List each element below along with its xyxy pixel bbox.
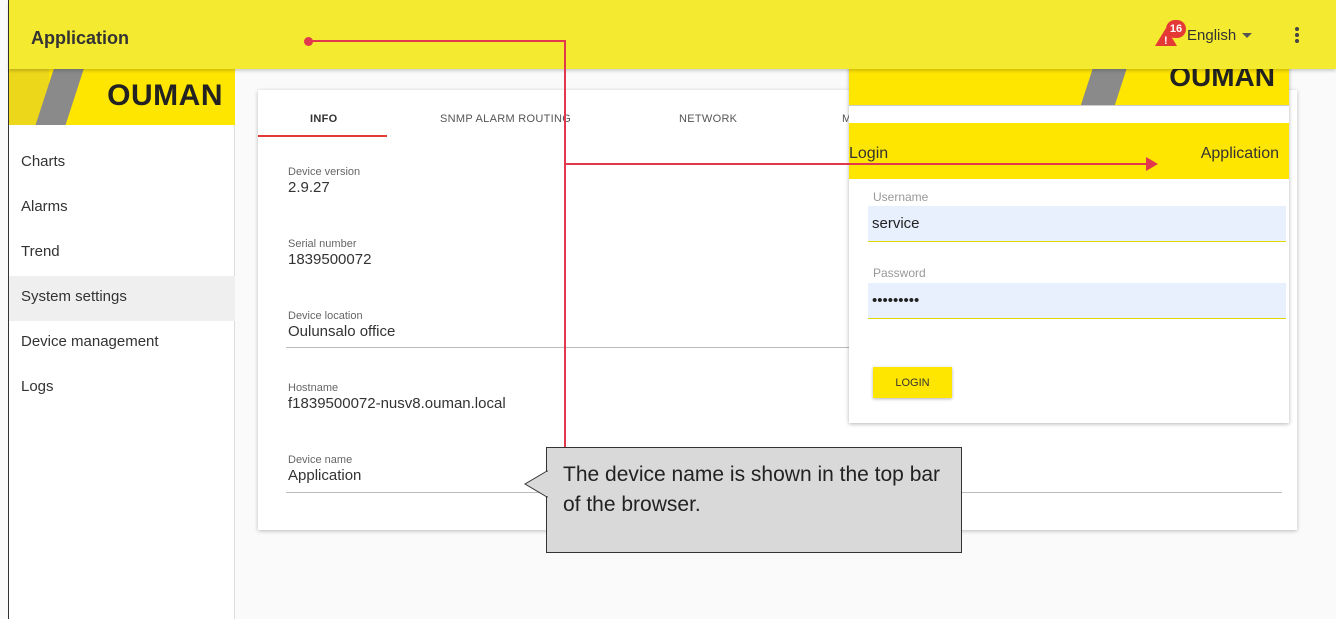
- sidebar-item-charts[interactable]: Charts: [9, 141, 235, 186]
- device-location-value: Oulunsalo office: [288, 323, 396, 340]
- language-select[interactable]: English: [1187, 27, 1253, 44]
- login-title: Login: [849, 145, 889, 162]
- notification-badge: 16: [1166, 20, 1186, 38]
- annotation-arrow-icon: [1146, 157, 1158, 171]
- device-version-field: Device version 2.9.27: [288, 166, 361, 196]
- tab-network[interactable]: NETWORK: [679, 113, 737, 125]
- callout-tail: [524, 470, 548, 498]
- sidebar-nav: Charts Alarms Trend System settings Devi…: [9, 141, 235, 411]
- device-name-value: Application: [288, 467, 362, 484]
- serial-number-field: Serial number 1839500072: [288, 238, 372, 268]
- more-menu-icon[interactable]: [1295, 27, 1299, 43]
- active-tab-indicator: [258, 135, 387, 137]
- chevron-down-icon: [1242, 33, 1253, 38]
- login-app-name: Application: [1200, 145, 1279, 162]
- tab-info[interactable]: INFO: [310, 113, 337, 125]
- sidebar-item-logs[interactable]: Logs: [9, 366, 235, 411]
- login-dialog: OUMAN Login Application Username Passwor…: [849, 45, 1289, 423]
- callout-box: The device name is shown in the top bar …: [546, 447, 962, 553]
- username-input[interactable]: [868, 206, 1286, 242]
- password-input[interactable]: [868, 283, 1286, 319]
- sidebar-item-alarms[interactable]: Alarms: [9, 186, 235, 231]
- login-button[interactable]: LOGIN: [873, 367, 952, 398]
- hostname-value: f1839500072-nusv8.ouman.local: [288, 395, 506, 412]
- logo-text: OUMAN: [107, 79, 223, 112]
- annotation-line: [566, 163, 1148, 165]
- device-location-field[interactable]: Device location Oulunsalo office: [288, 310, 395, 340]
- app-title: Application: [31, 28, 129, 48]
- top-bar: Application ! 16 English: [9, 0, 1336, 69]
- sidebar-item-device-management[interactable]: Device management: [9, 321, 235, 366]
- username-label: Username: [873, 190, 929, 204]
- sidebar: OUMAN Charts Alarms Trend System setting…: [9, 69, 235, 619]
- annotation-line: [309, 40, 566, 42]
- hostname-field: Hostname f1839500072-nusv8.ouman.local: [288, 382, 506, 412]
- password-label: Password: [873, 266, 926, 280]
- login-header: Login Application: [849, 123, 1289, 179]
- sidebar-item-system-settings[interactable]: System settings: [9, 276, 235, 321]
- callout-text: The device name is shown in the top bar …: [563, 463, 941, 516]
- serial-number-value: 1839500072: [288, 251, 372, 268]
- tab-snmp-alarm-routing[interactable]: SNMP ALARM ROUTING: [440, 113, 571, 125]
- ouman-logo: OUMAN: [9, 69, 235, 125]
- divider: [286, 347, 852, 348]
- device-version-value: 2.9.27: [288, 179, 330, 196]
- language-label: English: [1187, 27, 1237, 44]
- annotation-line: [564, 40, 566, 448]
- device-name-field[interactable]: Device name Application: [288, 454, 361, 484]
- sidebar-item-trend[interactable]: Trend: [9, 231, 235, 276]
- notification-button[interactable]: ! 16: [1155, 20, 1186, 47]
